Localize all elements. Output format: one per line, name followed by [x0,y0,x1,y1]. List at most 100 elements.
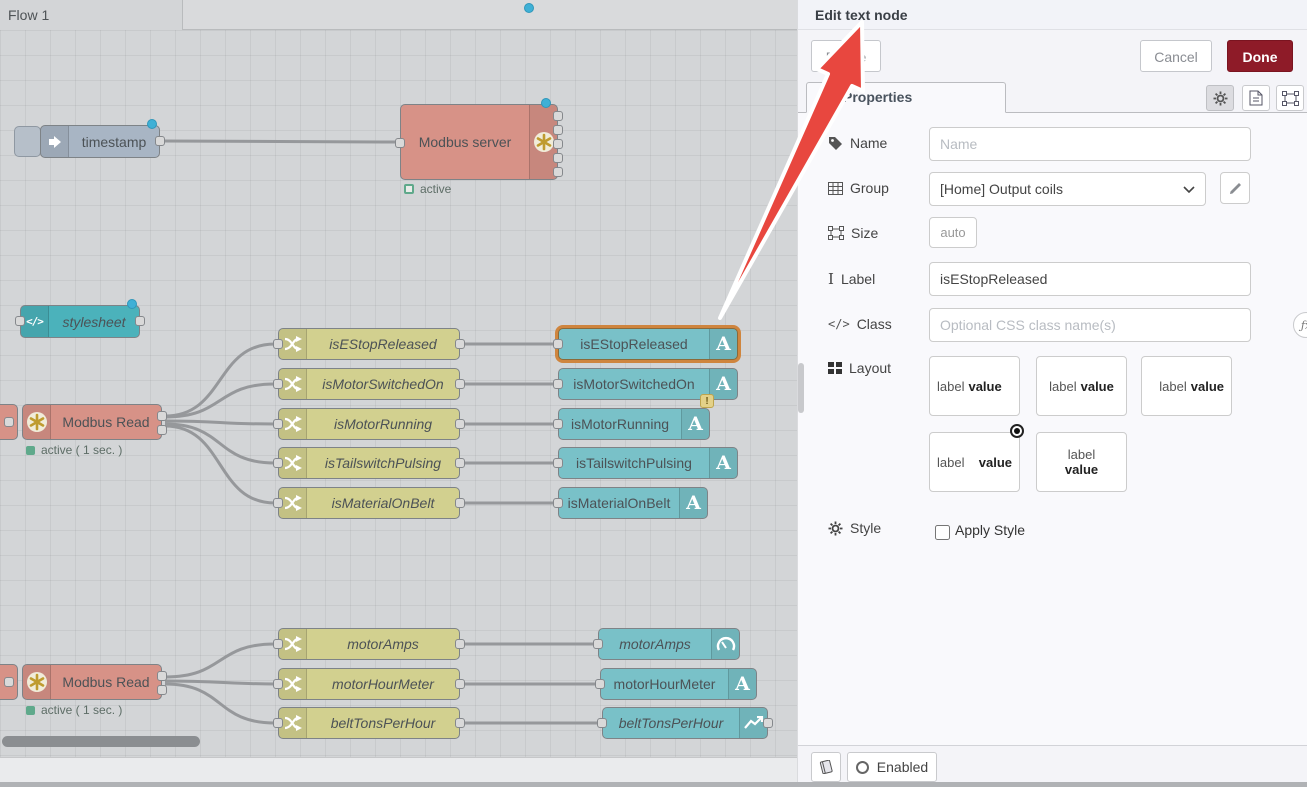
cancel-button[interactable]: Cancel [1140,40,1212,72]
tab-properties[interactable]: Properties [806,82,1006,113]
size-auto-button[interactable]: auto [929,217,977,248]
apply-style-checkbox[interactable] [935,525,950,540]
port-out[interactable] [455,718,465,728]
port-out[interactable] [155,136,165,146]
layout-option-spread-selected[interactable]: labelvalue [929,432,1020,492]
port-out[interactable] [157,671,167,681]
port-out[interactable] [763,718,773,728]
class-expression-button[interactable]: ƒx [1293,312,1307,338]
port-in[interactable] [593,639,603,649]
node-appearance-button[interactable] [1276,85,1304,111]
horizontal-scrollbar-thumb[interactable] [2,736,200,747]
port-out[interactable] [455,419,465,429]
done-button[interactable]: Done [1227,40,1293,72]
node-switch-motorhourmeter[interactable]: motorHourMeter [278,668,460,700]
port-out[interactable] [157,425,167,435]
port-in[interactable] [273,379,283,389]
node-label: isMotorSwitchedOn [307,376,459,392]
gauge-icon [711,629,739,659]
port-in[interactable] [273,419,283,429]
node-gauge-motoramps[interactable]: motorAmps [598,628,740,660]
gear-icon [828,521,843,536]
node-label: motorAmps [307,636,459,652]
node-settings-button[interactable] [1206,85,1234,111]
port-in[interactable] [273,458,283,468]
node-text-istailswitchpulsing[interactable]: isTailswitchPulsing A [558,447,738,479]
node-switch-ismaterialonbelt[interactable]: isMaterialOnBelt [278,487,460,519]
port-out[interactable] [455,639,465,649]
group-select[interactable]: [Home] Output coils [929,172,1206,206]
frame-icon [1282,91,1299,106]
node-switch-belttonsperhour[interactable]: beltTonsPerHour [278,707,460,739]
delete-button[interactable]: Delete [811,40,881,72]
port-out[interactable] [553,125,563,135]
port-in[interactable] [273,339,283,349]
layout-option-right[interactable]: labelvalue [1141,356,1232,416]
node-inject-timestamp[interactable]: timestamp [40,125,160,158]
port-in[interactable] [553,339,563,349]
name-input[interactable] [929,127,1251,161]
class-input[interactable] [929,308,1251,342]
node-stylesheet[interactable]: </> stylesheet [20,305,140,338]
port-out[interactable] [4,417,14,427]
field-label-class: </> Class [828,316,892,332]
node-label: isEStopReleased [559,336,709,352]
node-label: isMaterialOnBelt [559,495,679,511]
flow-canvas[interactable]: Flow 1 timestamp Modbus server active [0,0,797,787]
port-out[interactable] [553,167,563,177]
edit-group-button[interactable] [1220,172,1250,204]
field-label-group: Group [828,180,889,196]
node-chart-belttonsperhour[interactable]: beltTonsPerHour [602,707,768,739]
port-in[interactable] [597,718,607,728]
port-in[interactable] [553,458,563,468]
node-description-button[interactable] [1242,85,1270,111]
port-in[interactable] [273,498,283,508]
enabled-label: Enabled [877,759,928,775]
port-in[interactable] [273,679,283,689]
port-out[interactable] [553,139,563,149]
text-icon: A [681,409,709,439]
vertical-scrollbar-thumb[interactable] [798,363,804,413]
node-text-motorhourmeter[interactable]: motorHourMeter A [600,668,757,700]
node-label: isMaterialOnBelt [307,495,459,511]
node-text-isestopreleased-selected[interactable]: isEStopReleased A [558,328,738,360]
node-text-ismotorrunning[interactable]: isMotorRunning A [558,408,710,440]
node-text-ismaterialonbelt[interactable]: isMaterialOnBelt A [558,487,708,519]
port-out[interactable] [455,379,465,389]
port-out[interactable] [455,339,465,349]
node-info-book-button[interactable] [811,752,841,782]
port-in[interactable] [395,138,405,148]
node-switch-isestopreleased[interactable]: isEStopReleased [278,328,460,360]
port-in[interactable] [553,498,563,508]
enabled-toggle-button[interactable]: Enabled [847,752,937,782]
port-in[interactable] [595,679,605,689]
layout-option-center[interactable]: labelvalue [1036,356,1127,416]
layout-option-stacked[interactable]: labelvalue [1036,432,1127,492]
port-in[interactable] [15,316,25,326]
port-out[interactable] [4,677,14,687]
port-out[interactable] [455,498,465,508]
port-out[interactable] [135,316,145,326]
port-out[interactable] [157,685,167,695]
port-out[interactable] [553,111,563,121]
label-input[interactable] [929,262,1251,296]
node-switch-istailswitchpulsing[interactable]: isTailswitchPulsing [278,447,460,479]
port-in[interactable] [273,639,283,649]
node-modbus-read[interactable]: Modbus Read [22,404,162,440]
inject-button[interactable] [14,126,41,157]
edit-tray-tabrow: Properties [798,82,1307,113]
node-switch-ismotorrunning[interactable]: isMotorRunning [278,408,460,440]
port-out[interactable] [455,679,465,689]
port-in[interactable] [553,419,563,429]
port-in[interactable] [273,718,283,728]
ibeam-icon: I [828,270,834,288]
port-out[interactable] [553,153,563,163]
node-switch-ismotorswitchedon[interactable]: isMotorSwitchedOn [278,368,460,400]
port-in[interactable] [553,379,563,389]
node-modbus-server[interactable]: Modbus server [400,104,558,180]
layout-option-left[interactable]: labelvalue [929,356,1020,416]
port-out[interactable] [455,458,465,468]
port-out[interactable] [157,411,167,421]
node-modbus-read-2[interactable]: Modbus Read [22,664,162,700]
node-switch-motoramps[interactable]: motorAmps [278,628,460,660]
